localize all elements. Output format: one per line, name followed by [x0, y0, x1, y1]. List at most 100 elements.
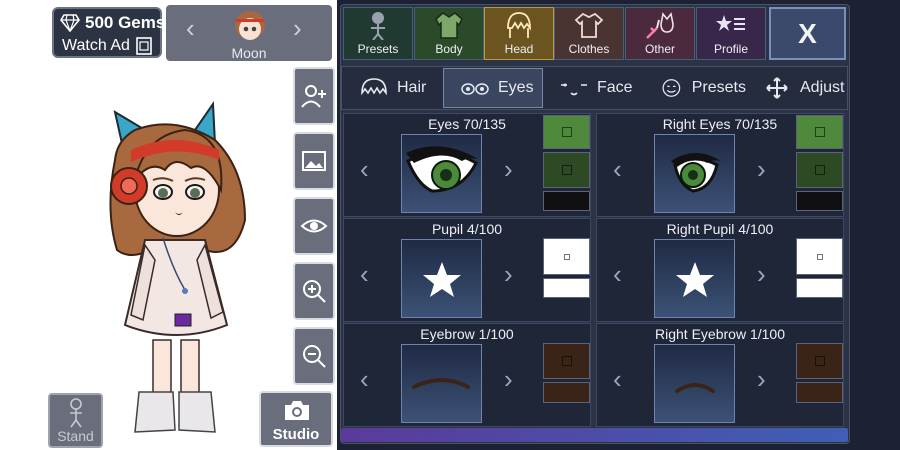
subtab-presets[interactable]: Presets — [643, 68, 746, 108]
category-tab-clothes[interactable]: Clothes — [554, 7, 624, 60]
category-tab-label: Body — [435, 42, 463, 56]
character-name: Moon — [231, 45, 267, 61]
zoom-in-icon — [303, 280, 326, 303]
film-icon — [136, 37, 152, 55]
add-character-button[interactable] — [293, 67, 335, 125]
jacket-icon — [435, 12, 463, 39]
category-tab-label: Other — [644, 42, 675, 56]
option-title: Eyebrow 1/100 — [420, 326, 514, 342]
hair-icon — [507, 12, 531, 38]
chevron-right-icon[interactable]: › — [504, 364, 513, 394]
eyebrow-color-swatch-1[interactable] — [543, 343, 590, 379]
subtab-face[interactable]: Face — [543, 68, 643, 108]
watch-ad-button[interactable]: Watch Ad — [62, 35, 153, 57]
chevron-left-icon[interactable]: ‹ — [360, 364, 369, 394]
add-person-icon — [301, 85, 326, 108]
subtab-label: Hair — [397, 79, 427, 96]
subtab-label: Eyes — [498, 79, 534, 96]
character-figure — [109, 101, 247, 433]
chevron-right-icon[interactable]: › — [504, 154, 513, 184]
eye-color-swatch-1[interactable] — [543, 115, 590, 149]
option-title: Right Eyebrow 1/100 — [655, 326, 785, 342]
close-button[interactable]: X — [769, 7, 846, 60]
face-outline-icon — [561, 83, 587, 96]
figure-icon — [70, 398, 82, 428]
chevron-right-icon[interactable]: › — [757, 259, 766, 289]
right-eye-color-swatch-2[interactable] — [796, 152, 843, 188]
right-eyebrow-color-swatch-1[interactable] — [796, 343, 843, 379]
figure-icon — [371, 12, 385, 40]
right-eye-color-swatch-3[interactable] — [796, 191, 843, 211]
subtab-hair[interactable]: Hair — [343, 68, 443, 108]
eyebrow-preview[interactable] — [401, 344, 482, 423]
chevron-right-icon[interactable]: › — [757, 364, 766, 394]
category-tab-presets[interactable]: Presets — [343, 7, 413, 60]
right-pupil-color-swatch-1[interactable] — [796, 238, 843, 275]
chevron-left-icon[interactable]: ‹ — [613, 259, 622, 289]
studio-button[interactable]: Studio — [259, 391, 333, 447]
stand-label: Stand — [57, 428, 94, 444]
pupil-color-swatch-1[interactable] — [543, 238, 590, 275]
character-face-thumbnail[interactable] — [230, 7, 270, 45]
chevron-right-icon[interactable]: › — [293, 15, 302, 41]
eye-color-swatch-2[interactable] — [543, 152, 590, 188]
eyes-outline-icon — [461, 83, 489, 95]
subtab-label: Face — [597, 79, 633, 96]
gems-label: 500 Gems — [85, 13, 166, 32]
category-tab-label: Presets — [357, 42, 399, 56]
diamond-icon — [60, 14, 80, 32]
subtab-label: Adjust — [800, 79, 845, 96]
chevron-left-icon[interactable]: ‹ — [360, 259, 369, 289]
eyebrow-color-swatch-2[interactable] — [543, 382, 590, 403]
category-tab-profile[interactable]: Profile — [696, 7, 766, 60]
chevron-left-icon[interactable]: ‹ — [360, 154, 369, 184]
category-tab-label: Head — [504, 42, 534, 56]
subtab-eyes[interactable]: Eyes — [443, 68, 543, 108]
chevron-left-icon[interactable]: ‹ — [613, 364, 622, 394]
toggle-visibility-button[interactable] — [293, 197, 335, 255]
chevron-right-icon[interactable]: › — [757, 154, 766, 184]
camera-icon — [285, 401, 309, 420]
option-title: Right Pupil 4/100 — [666, 221, 774, 237]
subtab-label: Presets — [691, 79, 746, 96]
category-tab-other[interactable]: Other — [625, 7, 695, 60]
zoom-in-button[interactable] — [293, 262, 335, 320]
smiley-icon — [662, 79, 681, 97]
close-icon: X — [798, 17, 817, 49]
category-tab-head[interactable]: Head — [484, 7, 554, 60]
sword-cat-icon — [646, 12, 674, 39]
move-icon — [766, 77, 788, 99]
right-eyebrow-preview[interactable] — [654, 344, 735, 423]
eye-color-swatch-3[interactable] — [543, 191, 590, 211]
zoom-out-icon — [303, 345, 326, 368]
star-list-icon — [716, 15, 745, 31]
gems-count: 500 Gems — [60, 11, 165, 35]
chevron-left-icon[interactable]: ‹ — [186, 15, 195, 41]
right-eyebrow-color-swatch-2[interactable] — [796, 382, 843, 403]
image-icon — [302, 151, 326, 171]
category-tab-label: Clothes — [568, 42, 610, 56]
zoom-out-button[interactable] — [293, 327, 335, 385]
chevron-right-icon[interactable]: › — [504, 259, 513, 289]
pupil-preview[interactable] — [401, 239, 482, 318]
pupil-color-swatch-2[interactable] — [543, 278, 590, 298]
scroll-bar[interactable] — [341, 428, 848, 442]
watch-ad-label: Watch Ad — [62, 37, 130, 54]
category-tab-label: Profile — [713, 42, 748, 56]
eye-icon — [300, 219, 328, 233]
character-slot-selector: ‹ › Moon — [166, 5, 332, 61]
currency-panel: 500 Gems Watch Ad — [52, 7, 165, 58]
right-eye-color-swatch-1[interactable] — [796, 115, 843, 149]
right-pupil-color-swatch-2[interactable] — [796, 278, 843, 298]
subtab-adjust[interactable]: Adjust — [746, 68, 847, 108]
right-pupil-preview[interactable] — [654, 239, 735, 318]
right-eyes-preview[interactable] — [654, 134, 735, 213]
category-tab-body[interactable]: Body — [414, 7, 484, 60]
chevron-left-icon[interactable]: ‹ — [613, 154, 622, 184]
studio-label: Studio — [272, 426, 320, 443]
hair-outline-icon — [361, 78, 387, 96]
eyes-preview[interactable] — [401, 134, 482, 213]
option-title: Pupil 4/100 — [431, 221, 503, 237]
stand-button[interactable]: Stand — [48, 393, 103, 448]
background-button[interactable] — [293, 132, 335, 190]
